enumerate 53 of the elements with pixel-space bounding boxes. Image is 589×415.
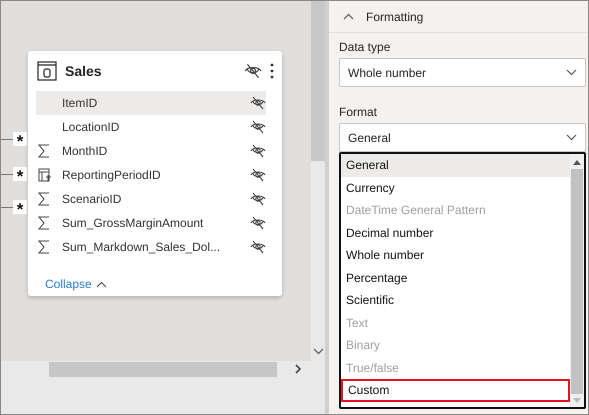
table-icon	[37, 61, 57, 81]
hidden-eye-icon[interactable]	[250, 215, 266, 231]
cardinality-marker: *	[13, 200, 27, 214]
list-scrollbar[interactable]	[570, 154, 584, 407]
dropdown-option[interactable]: Custom	[341, 379, 570, 402]
field-row[interactable]: MonthID	[36, 139, 266, 163]
cardinality-marker: *	[13, 167, 27, 181]
collapse-link[interactable]: Collapse	[45, 277, 107, 291]
hidden-eye-icon[interactable]	[250, 95, 266, 111]
chevron-up-icon	[96, 280, 107, 288]
hidden-eye-icon[interactable]	[250, 143, 266, 159]
field-name: ItemID	[62, 96, 98, 110]
sigma-icon	[38, 144, 50, 158]
calculated-table-icon	[38, 168, 52, 182]
scroll-up-icon[interactable]	[573, 160, 581, 165]
hidden-eye-icon[interactable]	[250, 191, 266, 207]
field-row[interactable]: Sum_Markdown_Sales_Dol...	[36, 235, 266, 259]
sigma-icon	[38, 240, 50, 254]
more-options-icon[interactable]	[270, 63, 274, 79]
hidden-eye-icon[interactable]	[250, 239, 266, 255]
hidden-eye-icon[interactable]	[244, 62, 262, 80]
section-header[interactable]: Formatting	[329, 1, 588, 33]
scroll-right-icon[interactable]	[295, 364, 301, 374]
data-type-dropdown[interactable]: Whole number	[339, 58, 586, 87]
field-row[interactable]: LocationID	[36, 115, 266, 139]
field-label: Data type	[339, 40, 392, 54]
section-title: Formatting	[366, 10, 424, 24]
field-name: LocationID	[62, 120, 120, 134]
format-dropdown[interactable]: General	[339, 123, 586, 152]
table-title: Sales	[65, 63, 103, 79]
hidden-eye-icon[interactable]	[250, 119, 266, 135]
field-row[interactable]: Sum_GrossMarginAmount	[36, 211, 266, 235]
sigma-icon	[38, 216, 50, 230]
field-row[interactable]: ReportingPeriodID	[36, 163, 266, 187]
hidden-eye-icon[interactable]	[250, 167, 266, 183]
chevron-down-icon	[566, 134, 577, 141]
field-name: MonthID	[62, 144, 108, 158]
field-label: Format	[339, 105, 378, 119]
field-name: ScenarioID	[62, 192, 122, 206]
sigma-icon	[38, 192, 50, 206]
field-name: Sum_GrossMarginAmount	[62, 216, 204, 230]
dropdown-option[interactable]: General	[341, 154, 570, 176]
field-row[interactable]: ScenarioID	[36, 187, 266, 211]
cardinality-marker: *	[13, 132, 27, 146]
relationship-line	[1, 207, 13, 208]
relationship-line	[1, 139, 13, 140]
field-name: Sum_Markdown_Sales_Dol...	[62, 240, 222, 254]
scroll-down-icon	[312, 348, 324, 355]
relationship-line	[1, 174, 13, 175]
chevron-down-icon	[566, 69, 577, 76]
field-name: ReportingPeriodID	[62, 168, 162, 182]
chevron-up-icon	[343, 13, 354, 20]
field-row[interactable]: ItemID	[36, 91, 266, 115]
